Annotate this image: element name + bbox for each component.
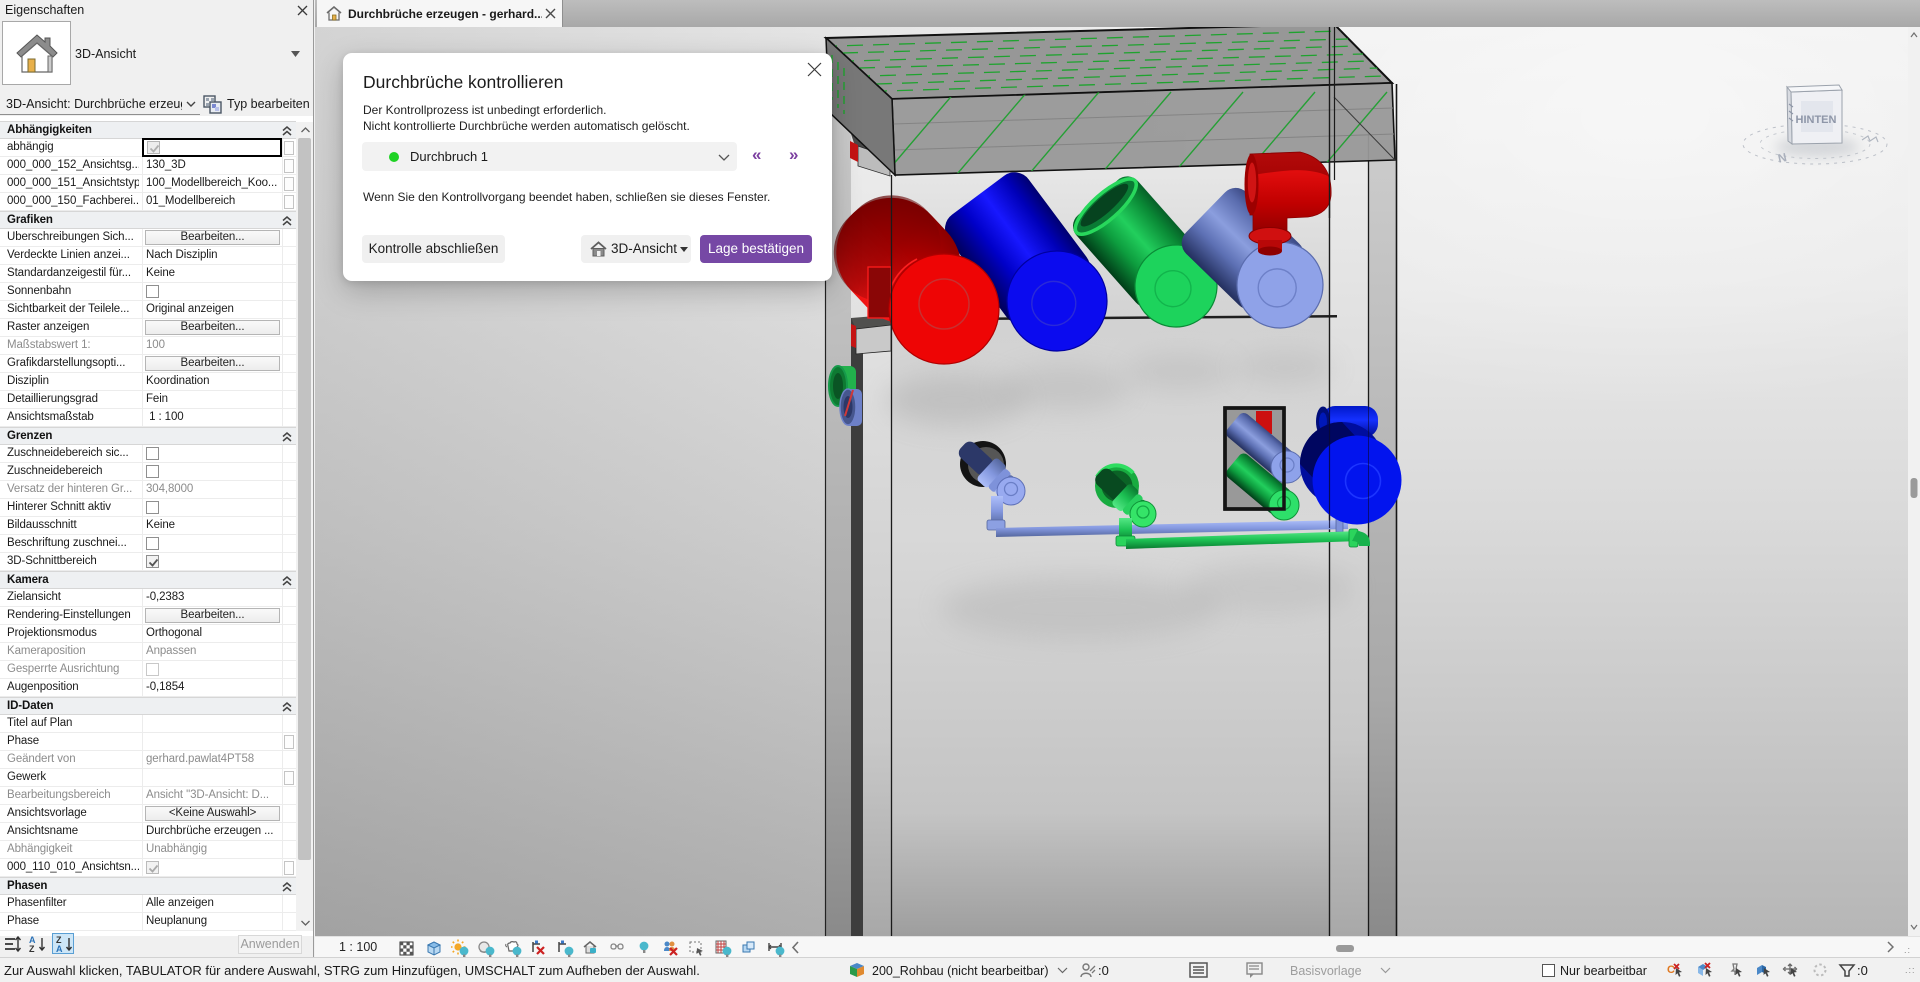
svg-text:C: C — [1667, 964, 1675, 976]
svg-text:HINTEN: HINTEN — [1796, 114, 1837, 126]
svg-text:Z: Z — [29, 944, 35, 953]
svg-text:A: A — [56, 944, 63, 953]
